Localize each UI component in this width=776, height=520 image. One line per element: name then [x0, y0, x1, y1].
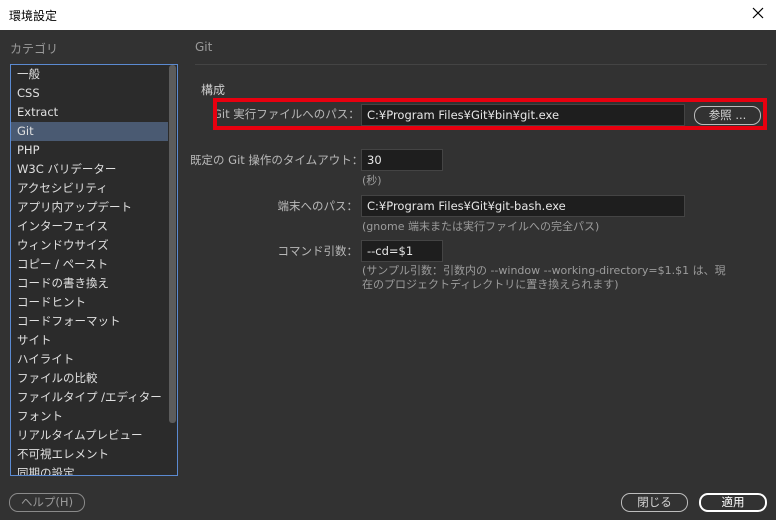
timeout-hint: (秒) — [362, 174, 382, 187]
sidebar-item[interactable]: W3C バリデーター — [11, 160, 177, 179]
sidebar-item[interactable]: コードの書き換え — [11, 274, 177, 293]
help-button[interactable]: ヘルプ(H) — [9, 493, 85, 512]
sidebar-item[interactable]: 一般 — [11, 65, 177, 84]
sidebar-item[interactable]: CSS — [11, 84, 177, 103]
sidebar-item[interactable]: インターフェイス — [11, 217, 177, 236]
timeout-label: 既定の Git 操作のタイムアウト： — [190, 153, 364, 167]
sidebar-item[interactable]: 同期の設定 — [11, 464, 177, 475]
command-args-hint-line1: (サンプル引数：引数内の --window --working-director… — [362, 264, 726, 277]
command-args-label: コマンド引数： — [277, 244, 359, 258]
sidebar-item[interactable]: コードヒント — [11, 293, 177, 312]
sidebar-item[interactable]: ウィンドウサイズ — [11, 236, 177, 255]
sidebar-item[interactable]: リアルタイムプレビュー — [11, 426, 177, 445]
category-scrollbar[interactable] — [168, 65, 177, 475]
category-list[interactable]: 一般 CSS Extract Git PHP W3C バリデーター アクセシビリティ アプリ内… — [10, 64, 178, 476]
close-icon[interactable] — [750, 5, 766, 21]
sidebar-item[interactable]: ファイルタイプ /エディター — [11, 388, 177, 407]
sidebar-item[interactable]: Extract — [11, 103, 177, 122]
command-args-hint-line2: 在のプロジェクトディレクトリに置き換えられます) — [362, 278, 619, 291]
sidebar-item[interactable]: アプリ内アップデート — [11, 198, 177, 217]
sidebar-item[interactable]: コードフォーマット — [11, 312, 177, 331]
terminal-label: 端末へのパス： — [277, 199, 359, 213]
timeout-input[interactable]: 30 — [361, 149, 443, 171]
category-heading: カテゴリ — [10, 42, 59, 56]
close-button[interactable]: 閉じる — [621, 493, 688, 512]
divider — [195, 64, 767, 65]
page-title: Git — [195, 40, 213, 54]
title-bar: 環境設定 — [0, 0, 776, 30]
window-title: 環境設定 — [9, 9, 58, 23]
sidebar-item[interactable]: フォント — [11, 407, 177, 426]
sidebar-item[interactable]: コピー / ペースト — [11, 255, 177, 274]
apply-button[interactable]: 適用 — [699, 493, 767, 512]
sidebar-item[interactable]: ハイライト — [11, 350, 177, 369]
terminal-hint: (gnome 端末または実行ファイルへの完全パス) — [362, 220, 600, 233]
sidebar-item[interactable]: アクセシビリティ — [11, 179, 177, 198]
terminal-path-input[interactable]: C:¥Program Files¥Git¥git-bash.exe — [361, 195, 685, 217]
scrollbar-thumb[interactable] — [169, 65, 176, 423]
sidebar-item[interactable]: ファイルの比較 — [11, 369, 177, 388]
sidebar-item[interactable]: サイト — [11, 331, 177, 350]
sidebar-item[interactable]: Git — [11, 122, 177, 141]
sidebar-item[interactable]: 不可視エレメント — [11, 445, 177, 464]
section-title: 構成 — [201, 83, 226, 97]
command-args-input[interactable]: --cd=$1 — [361, 240, 443, 262]
highlight-box — [213, 98, 767, 130]
sidebar-item[interactable]: PHP — [11, 141, 177, 160]
